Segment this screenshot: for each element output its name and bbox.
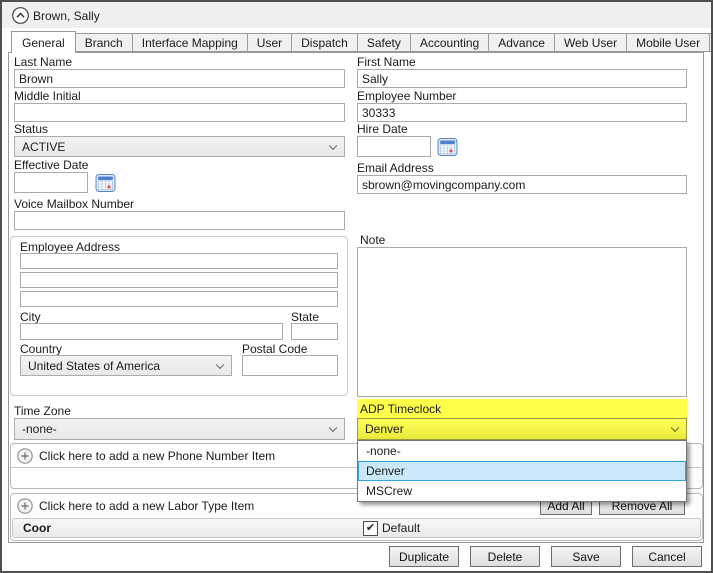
tab-branch[interactable]: Branch <box>74 33 133 52</box>
tab-strip: General Branch Interface Mapping User Di… <box>11 31 713 53</box>
tab-general[interactable]: General <box>11 31 76 53</box>
duplicate-button[interactable]: Duplicate <box>389 546 459 567</box>
tab-user[interactable]: User <box>246 33 293 52</box>
tab-mobile-user[interactable]: Mobile User <box>626 33 711 52</box>
dropdown-option-none[interactable]: -none- <box>358 441 686 461</box>
header: Brown, Sally <box>2 2 711 28</box>
collapse-button[interactable] <box>12 7 29 24</box>
tab-advance[interactable]: Advance <box>488 33 555 52</box>
tab-documents[interactable]: Documents <box>709 33 713 52</box>
window-title: Brown, Sally <box>33 9 100 23</box>
delete-button[interactable]: Delete <box>470 546 540 567</box>
cancel-button[interactable]: Cancel <box>632 546 702 567</box>
dropdown-option-denver[interactable]: Denver <box>358 461 686 481</box>
tab-interface-mapping[interactable]: Interface Mapping <box>131 33 248 52</box>
tab-accounting[interactable]: Accounting <box>409 33 490 52</box>
chevron-up-circle-icon <box>12 7 29 24</box>
dropdown-option-mscrew[interactable]: MSCrew <box>358 481 686 501</box>
tab-dispatch[interactable]: Dispatch <box>291 33 358 52</box>
employee-window: Brown, Sally General Branch Interface Ma… <box>0 0 713 573</box>
save-button[interactable]: Save <box>551 546 621 567</box>
tab-safety[interactable]: Safety <box>356 33 411 52</box>
adp-timeclock-dropdown-list: -none- Denver MSCrew <box>357 440 687 502</box>
tab-web-user[interactable]: Web User <box>553 33 628 52</box>
